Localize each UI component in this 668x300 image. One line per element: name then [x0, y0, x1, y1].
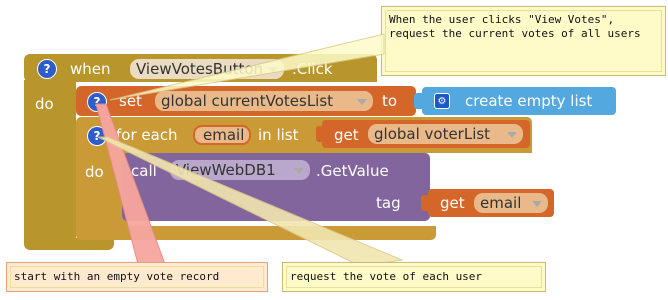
set-label: set [119, 92, 142, 110]
chevron-down-icon [268, 67, 278, 73]
do-label: do [85, 163, 104, 181]
voter-list-dropdown-label: global voterList [374, 125, 491, 143]
tag-label: tag [376, 194, 401, 212]
help-icon[interactable]: ? [87, 92, 107, 112]
voter-list-dropdown[interactable]: global voterList [368, 124, 523, 144]
comment-bubble-left[interactable]: start with an empty vote record [6, 262, 268, 292]
method-label: .GetValue [316, 162, 389, 180]
event-name: .Click [292, 60, 333, 78]
puzzle-connector [316, 126, 324, 142]
email-dropdown-label: email [480, 194, 522, 212]
get-label: get [334, 126, 359, 144]
do-label: do [35, 95, 54, 113]
email-dropdown[interactable]: email [474, 193, 548, 213]
chevron-down-icon [357, 99, 367, 105]
comment-bubble-right[interactable]: request the vote of each user [282, 262, 546, 292]
when-label: when [70, 60, 111, 78]
call-label: call [131, 162, 157, 180]
puzzle-connector [421, 195, 430, 211]
chevron-down-icon [507, 132, 517, 138]
item-variable-label: email [203, 126, 245, 144]
in-list-label: in list [258, 126, 299, 144]
webdb-dropdown-label: ViewWebDB1 [176, 161, 276, 179]
create-list-label: create empty list [465, 92, 593, 110]
variable-dropdown-label: global currentVotesList [161, 92, 334, 110]
for-each-block-bottom [76, 226, 436, 240]
puzzle-connector [414, 93, 424, 109]
gear-icon[interactable]: ⚙ [434, 93, 450, 109]
comment-bubble-top[interactable]: When the user clicks "View Votes", reque… [381, 6, 666, 76]
to-label: to [382, 92, 398, 110]
for-each-label: for each [116, 126, 178, 144]
get-label: get [440, 194, 465, 212]
chevron-down-icon [294, 168, 304, 174]
webdb-dropdown[interactable]: ViewWebDB1 [170, 160, 310, 180]
help-icon[interactable]: ? [37, 59, 57, 79]
item-variable-field[interactable]: email [193, 125, 251, 145]
component-dropdown[interactable]: ViewVotesButton [130, 59, 284, 79]
chevron-down-icon [532, 201, 542, 207]
help-icon[interactable]: ? [87, 126, 107, 146]
component-dropdown-label: ViewVotesButton [136, 60, 264, 78]
variable-dropdown[interactable]: global currentVotesList [155, 91, 373, 111]
